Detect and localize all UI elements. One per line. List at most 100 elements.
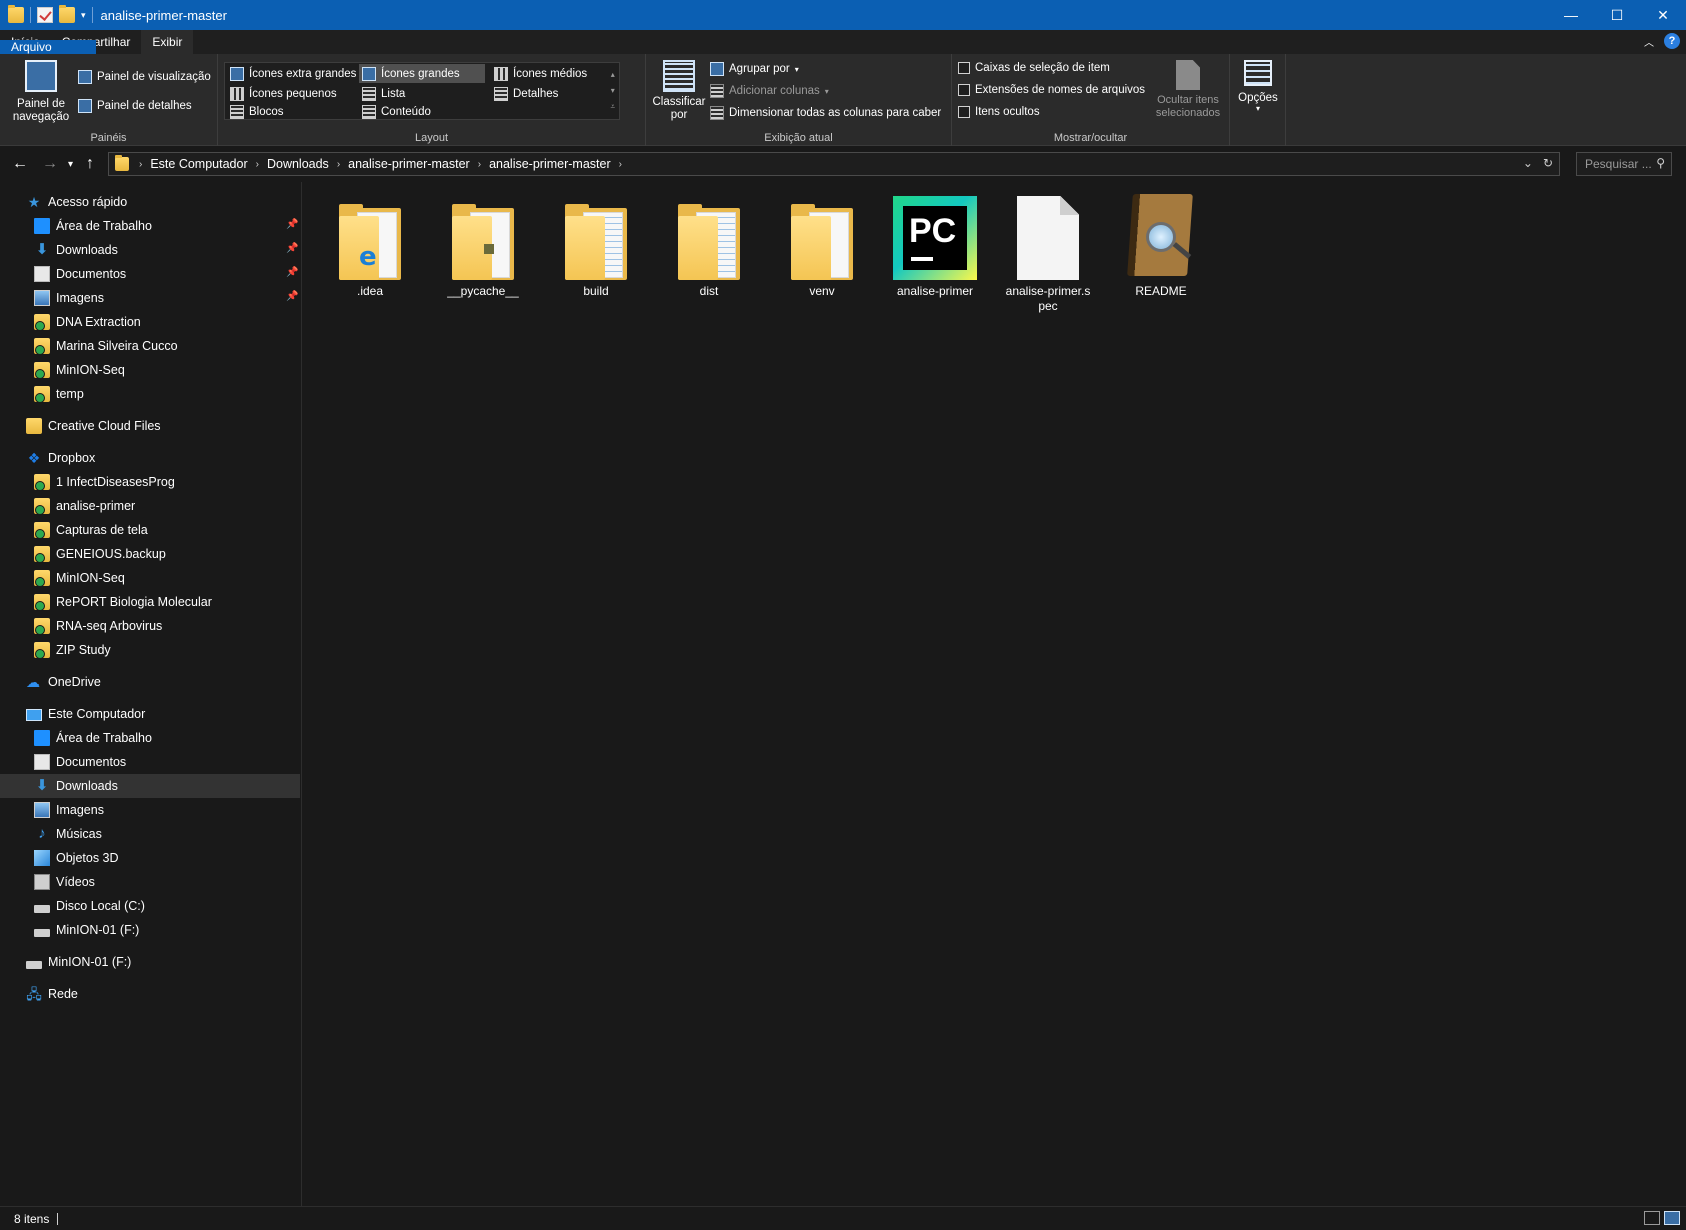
breadcrumb-este-computador[interactable]: Este Computador: [144, 157, 253, 171]
customize-toolbar-chevron-icon[interactable]: ▾: [81, 10, 86, 21]
sidebar-item-dropbox-4[interactable]: MinION-Seq: [0, 566, 300, 590]
sidebar-item-dropbox-1[interactable]: analise-primer: [0, 494, 300, 518]
sidebar-item-acesso-rapido[interactable]: ★ Acesso rápido: [0, 190, 300, 214]
sidebar-item-onedrive[interactable]: ☁ OneDrive: [0, 670, 300, 694]
synced-folder-icon: [34, 338, 50, 355]
group-exibicao-atual: Classificar por Agrupar por ▾ Adicionar c…: [646, 54, 952, 146]
sidebar-item-documentos[interactable]: Documentos 📌: [0, 262, 300, 286]
sidebar-item-temp[interactable]: temp: [0, 382, 300, 406]
sidebar-item-pc-musicas[interactable]: ♪ Músicas: [0, 822, 300, 846]
sidebar-item-pc-desktop[interactable]: Área de Trabalho: [0, 726, 300, 750]
breadcrumb-analise-primer-master[interactable]: analise-primer-master: [342, 157, 476, 171]
breadcrumb-analise-primer-master-current[interactable]: analise-primer-master: [483, 157, 617, 171]
sidebar-item-rede[interactable]: 🖧 Rede: [0, 982, 300, 1006]
sidebar-item-creative-cloud[interactable]: Creative Cloud Files: [0, 414, 300, 438]
sidebar-item-pc-objetos-3d[interactable]: Objetos 3D: [0, 846, 300, 870]
layout-medium[interactable]: Ícones médios: [491, 64, 590, 83]
file-item-dist[interactable]: dist: [661, 192, 757, 299]
file-extensions-toggle[interactable]: Extensões de nomes de arquivos: [958, 84, 1145, 96]
sort-by-button[interactable]: Classificar por: [652, 60, 706, 122]
add-columns-button[interactable]: Adicionar colunas ▾: [710, 84, 829, 98]
tab-arquivo[interactable]: Arquivo: [0, 40, 96, 54]
layout-details[interactable]: Detalhes: [491, 84, 561, 103]
minimize-button[interactable]: —: [1548, 0, 1594, 30]
group-label-mostrar: Mostrar/ocultar: [1053, 132, 1128, 144]
options-button[interactable]: Opções ▾: [1234, 60, 1282, 113]
close-button[interactable]: ✕: [1640, 0, 1686, 30]
sidebar-item-dropbox-5[interactable]: RePORT Biologia Molecular: [0, 590, 300, 614]
sidebar-item-dropbox-2[interactable]: Capturas de tela: [0, 518, 300, 542]
sidebar-item-dropbox-3[interactable]: GENEIOUS.backup: [0, 542, 300, 566]
sidebar-item-minion-drive[interactable]: MinION-01 (F:): [0, 950, 300, 974]
file-item-venv[interactable]: venv: [774, 192, 870, 299]
sidebar-item-dropbox-0[interactable]: 1 InfectDiseasesProg: [0, 470, 300, 494]
properties-icon[interactable]: [37, 7, 53, 23]
file-item-pycache[interactable]: __pycache__: [435, 192, 531, 299]
sidebar-item-dropbox[interactable]: ❖ Dropbox: [0, 446, 300, 470]
search-input[interactable]: Pesquisar ... ⚲: [1576, 152, 1672, 176]
layout-large[interactable]: Ícones grandes: [359, 64, 485, 83]
preview-pane-button[interactable]: Painel de visualização: [78, 70, 211, 84]
address-bar[interactable]: › Este Computador › Downloads › analise-…: [108, 152, 1560, 176]
layout-tiles[interactable]: Blocos: [227, 103, 287, 121]
hide-selected-button[interactable]: Ocultar itens selecionados: [1152, 60, 1224, 120]
size-columns-button[interactable]: Dimensionar todas as colunas para caber: [710, 106, 941, 120]
sidebar-item-dropbox-7[interactable]: ZIP Study: [0, 638, 300, 662]
details-icon: [494, 86, 508, 101]
nav-pane-button[interactable]: Painel de navegação: [8, 60, 74, 124]
file-item-idea[interactable]: e .idea: [322, 192, 418, 299]
checkbox-icon[interactable]: [958, 84, 970, 96]
file-item-build[interactable]: build: [548, 192, 644, 299]
layout-list[interactable]: Lista: [359, 84, 408, 103]
computer-icon: [26, 709, 42, 721]
group-by-button[interactable]: Agrupar por ▾: [710, 62, 799, 76]
details-pane-button[interactable]: Painel de detalhes: [78, 99, 192, 113]
sidebar-item-pc-imagens[interactable]: Imagens: [0, 798, 300, 822]
medium-icons-icon: [494, 66, 508, 81]
usb-drive-icon: [26, 961, 42, 969]
help-icon[interactable]: ?: [1664, 33, 1680, 49]
forward-arrow-icon[interactable]: →: [42, 155, 58, 173]
sidebar-item-disco-local[interactable]: Disco Local (C:): [0, 894, 300, 918]
layout-content[interactable]: Conteúdo: [359, 103, 434, 121]
breadcrumb-downloads[interactable]: Downloads: [261, 157, 335, 171]
layout-small[interactable]: Ícones pequenos: [227, 84, 340, 103]
checkbox-icon[interactable]: [958, 62, 970, 74]
gallery-scroll[interactable]: ▴ ▾ ⩡: [610, 67, 615, 115]
hidden-items-toggle[interactable]: Itens ocultos: [958, 106, 1040, 118]
file-item-readme[interactable]: README: [1113, 192, 1209, 299]
sidebar-item-imagens[interactable]: Imagens 📌: [0, 286, 300, 310]
sidebar-item-dropbox-6[interactable]: RNA-seq Arbovirus: [0, 614, 300, 638]
file-item-analise-primer[interactable]: PC analise-primer: [887, 192, 983, 299]
sidebar-item-este-computador[interactable]: Este Computador: [0, 702, 300, 726]
tab-exibir[interactable]: Exibir: [141, 30, 194, 54]
sidebar-item-pc-videos[interactable]: Vídeos: [0, 870, 300, 894]
address-history-chevron-icon[interactable]: ⌄: [1523, 156, 1533, 170]
checkbox-icon[interactable]: [958, 106, 970, 118]
group-paineis: Painel de navegação Painel de visualizaç…: [0, 54, 218, 146]
navigation-pane: ★ Acesso rápido Área de Trabalho 📌 ⬇ Dow…: [0, 182, 302, 1206]
item-checkboxes-toggle[interactable]: Caixas de seleção de item: [958, 62, 1110, 74]
back-arrow-icon[interactable]: ←: [12, 155, 28, 173]
layout-extra-large[interactable]: Ícones extra grandes: [227, 64, 359, 83]
status-bar: 8 itens: [0, 1206, 1686, 1230]
sidebar-item-area-de-trabalho[interactable]: Área de Trabalho 📌: [0, 214, 300, 238]
sidebar-item-pc-downloads[interactable]: ⬇ Downloads: [0, 774, 300, 798]
sidebar-item-minion-drive-pc[interactable]: MinION-01 (F:): [0, 918, 300, 942]
sidebar-item-minion-seq[interactable]: MinION-Seq: [0, 358, 300, 382]
sidebar-item-pc-documentos[interactable]: Documentos: [0, 750, 300, 774]
large-icons-view-icon[interactable]: [1664, 1211, 1680, 1225]
details-view-icon[interactable]: [1644, 1211, 1660, 1225]
sidebar-item-downloads[interactable]: ⬇ Downloads 📌: [0, 238, 300, 262]
creative-cloud-folder-icon: [26, 418, 42, 434]
folder-icon: [452, 204, 514, 280]
file-item-analise-primer-spec[interactable]: analise-primer.spec: [1000, 192, 1096, 314]
collapse-ribbon-chevron-icon[interactable]: ︿: [1644, 34, 1654, 49]
recent-locations-chevron-icon[interactable]: ▾: [68, 159, 73, 170]
sidebar-item-marina[interactable]: Marina Silveira Cucco: [0, 334, 300, 358]
up-arrow-icon[interactable]: ↑: [86, 155, 94, 173]
refresh-icon[interactable]: ↻: [1543, 156, 1553, 170]
sidebar-item-dna-extraction[interactable]: DNA Extraction: [0, 310, 300, 334]
new-folder-icon[interactable]: [59, 5, 75, 23]
maximize-button[interactable]: ☐: [1594, 0, 1640, 30]
